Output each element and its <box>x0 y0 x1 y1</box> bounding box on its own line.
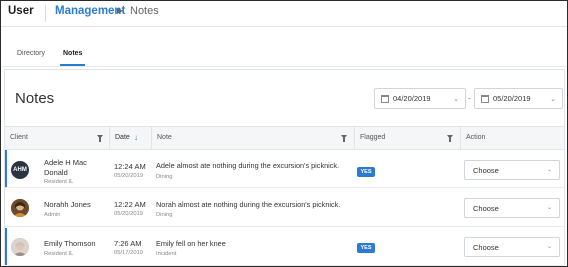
date-from-picker[interactable]: 04/20/2019 ⌄ <box>374 88 466 109</box>
avatar <box>11 199 29 217</box>
note-date: 05/17/2019 <box>114 250 144 256</box>
notes-card: Notes 04/20/2019 ⌄ - 05/20/2019 ⌄ Client… <box>4 69 565 266</box>
table-row[interactable]: Emily Thomson Resident IL 7:26 AM 05/17/… <box>5 228 564 266</box>
date-range-separator: - <box>468 94 471 103</box>
filter-icon[interactable] <box>447 135 453 142</box>
client-role: Admin <box>44 212 61 218</box>
table-row[interactable]: Norahh Jones Admin 12:22 AM 05/20/2019 N… <box>5 189 564 227</box>
action-select[interactable]: Choose ⌄ <box>464 160 560 180</box>
note-date: 05/20/2019 <box>114 211 144 217</box>
column-divider <box>109 127 110 151</box>
avatar: AHM <box>11 161 29 179</box>
note-time: 12:22 AM <box>114 200 146 209</box>
app-window: User Management ▶ Notes Directory Notes … <box>0 0 568 267</box>
note-time: 12:24 AM <box>114 162 146 171</box>
app-title: User <box>8 5 34 17</box>
chevron-down-icon: ⌄ <box>546 205 552 211</box>
sort-descending-icon[interactable]: ↓ <box>134 133 138 142</box>
column-header-date[interactable]: Date <box>115 134 130 141</box>
column-divider <box>354 127 355 151</box>
row-accent-bar <box>5 150 7 187</box>
client-role: Resident IL <box>44 251 74 257</box>
table-row[interactable]: AHM Adele H Mac Donald Resident IL 12:24… <box>5 150 564 188</box>
filter-icon[interactable] <box>341 135 347 142</box>
chevron-down-icon: ⌄ <box>546 244 552 250</box>
client-name: Adele H Mac Donald <box>44 158 87 177</box>
column-divider <box>460 127 461 151</box>
column-header-note[interactable]: Note <box>157 134 172 141</box>
column-header-client[interactable]: Client <box>10 134 28 141</box>
action-select[interactable]: Choose ⌄ <box>464 198 560 218</box>
date-from-value: 04/20/2019 <box>393 94 431 103</box>
page-title: Notes <box>15 90 55 107</box>
client-name: Norahh Jones <box>44 200 91 209</box>
header-divider <box>45 5 46 22</box>
calendar-icon <box>381 94 389 103</box>
action-select-value: Choose <box>473 203 499 213</box>
flagged-badge: YES <box>357 167 375 177</box>
note-text: Emily fell on her knee <box>156 239 226 248</box>
date-to-picker[interactable]: 05/20/2019 ⌄ <box>474 88 563 109</box>
column-header-action: Action <box>466 134 486 141</box>
action-select[interactable]: Choose ⌄ <box>464 237 560 257</box>
breadcrumb-management[interactable]: Management <box>55 5 125 17</box>
chevron-down-icon: ⌄ <box>453 96 459 103</box>
note-text: Norah almost ate nothing during the excu… <box>156 200 341 209</box>
top-bar: User Management ▶ Notes <box>1 1 567 27</box>
calendar-icon <box>481 94 489 103</box>
breadcrumb-chevron-icon: ▶ <box>117 6 124 15</box>
note-category: Incident <box>156 251 177 257</box>
note-time: 7:26 AM <box>114 239 142 248</box>
note-category: Dining <box>156 212 173 218</box>
note-date: 05/20/2019 <box>114 173 144 179</box>
column-divider <box>151 127 152 151</box>
client-role: Resident IL <box>44 179 74 185</box>
filter-icon[interactable] <box>97 135 103 142</box>
column-header-flagged[interactable]: Flagged <box>360 134 385 141</box>
action-select-value: Choose <box>473 165 499 175</box>
tab-notes[interactable]: Notes <box>63 50 82 57</box>
chevron-down-icon: ⌄ <box>546 167 552 173</box>
client-name: Emily Thomson <box>44 239 96 248</box>
action-select-value: Choose <box>473 242 499 252</box>
row-accent-bar <box>5 228 7 265</box>
avatar-photo <box>11 238 29 256</box>
tab-bar: Directory Notes <box>1 27 567 67</box>
chevron-down-icon: ⌄ <box>550 96 556 103</box>
flagged-badge: YES <box>357 243 375 253</box>
avatar-photo <box>11 199 29 217</box>
note-text: Adele almost ate nothing during the excu… <box>156 161 340 170</box>
table-header: Client Date ↓ Note Flagged Action <box>5 126 564 151</box>
tab-directory[interactable]: Directory <box>17 50 45 57</box>
breadcrumb-notes: Notes <box>130 5 159 17</box>
active-tab-indicator <box>60 64 85 66</box>
note-category: Dining <box>156 174 173 180</box>
avatar <box>11 238 29 256</box>
date-to-value: 05/20/2019 <box>493 94 531 103</box>
